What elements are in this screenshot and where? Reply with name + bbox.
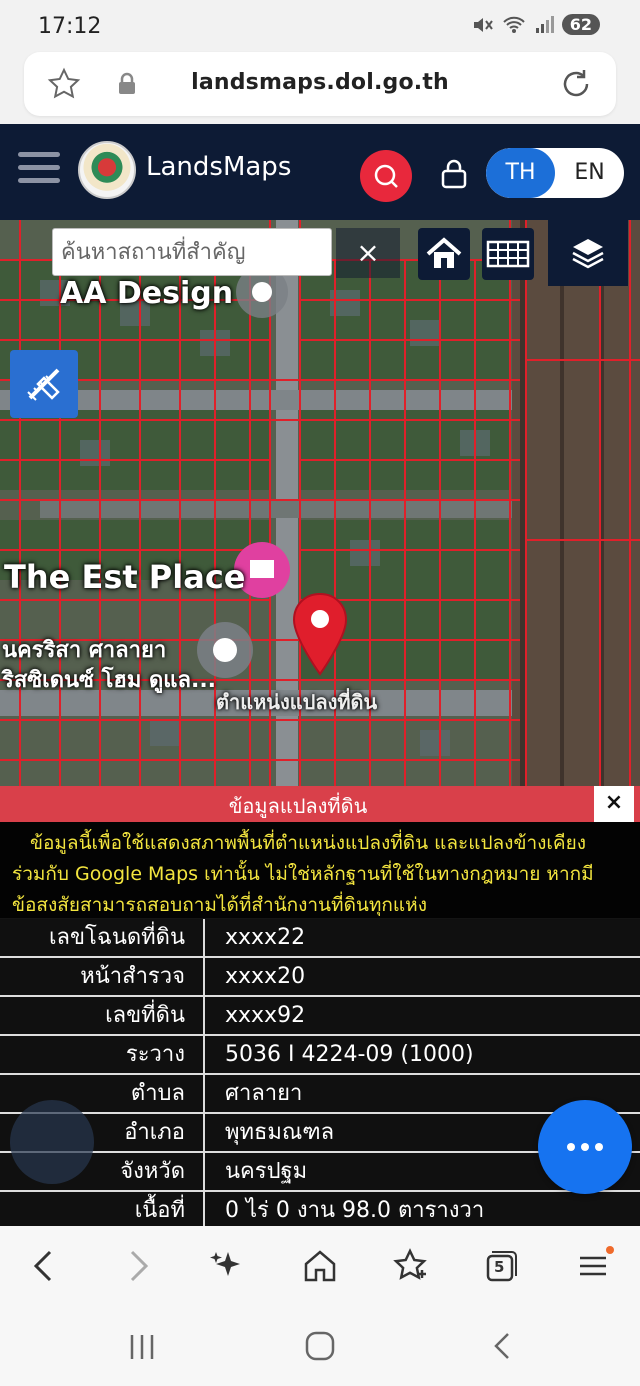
map-label-est-place: The Est Place — [4, 558, 246, 596]
signal-icon — [535, 15, 554, 33]
info-icon[interactable] — [10, 1100, 94, 1184]
row-label: เลขโฉนดที่ดิน — [0, 919, 205, 956]
table-row: เลขโฉนดที่ดิน xxxx22 — [0, 919, 640, 958]
dot-icon — [581, 1143, 589, 1151]
menu-icon[interactable] — [18, 152, 60, 188]
place-search-input[interactable] — [53, 229, 331, 275]
reload-icon[interactable] — [558, 66, 594, 102]
home-icon[interactable] — [300, 1246, 340, 1286]
panel-header: ข้อมูลแปลงที่ดิน × — [0, 786, 640, 822]
ruler-pencil-icon — [27, 368, 60, 401]
parcel-table: เลขโฉนดที่ดิน xxxx22 หน้าสำรวจ xxxx20 เลขท… — [0, 919, 640, 1231]
map-label-poi-line2: ริสซิเดนซ์ โฮม ดูแล... — [2, 668, 217, 693]
department-logo — [78, 141, 136, 199]
map-label-aa-design: AA Design — [60, 276, 234, 311]
home-icon — [426, 237, 462, 268]
search-icon — [374, 164, 398, 188]
browser-toolbar: 5 — [0, 1226, 640, 1308]
dot-icon — [567, 1143, 575, 1151]
table-row: เลขที่ดิน xxxx92 — [0, 997, 640, 1036]
app-title: LandsMaps — [146, 152, 292, 182]
disclaimer-line: ข้อสงสัยสามารถสอบถามได้ที่สำนักงานที่ดิน… — [12, 894, 427, 916]
forward-icon[interactable] — [118, 1246, 158, 1286]
grid-button[interactable] — [482, 228, 534, 280]
wifi-icon — [503, 16, 525, 33]
row-value: 5036 I 4224-09 (1000) — [225, 1042, 474, 1067]
url-text[interactable]: landsmaps.dol.go.th — [24, 70, 616, 95]
panel-title: ข้อมูลแปลงที่ดิน — [228, 794, 368, 818]
app-header: LandsMaps TH EN — [0, 124, 640, 220]
place-search-box[interactable] — [52, 228, 332, 276]
disclaimer-text: ข้อมูลนี้เพื่อใช้แสดงสภาพพื้นที่ตำแหน่งแ… — [0, 822, 640, 918]
row-value: xxxx92 — [225, 1003, 306, 1028]
row-value: xxxx20 — [225, 964, 306, 989]
search-button[interactable] — [360, 150, 412, 202]
browser-menu-button[interactable] — [574, 1246, 614, 1286]
table-row: ตำบล ศาลายา — [0, 1075, 640, 1114]
battery-indicator: 62 — [561, 14, 600, 35]
lang-en-button[interactable]: EN — [555, 148, 624, 198]
measure-tool-button[interactable] — [10, 350, 78, 418]
lang-th-button[interactable]: TH — [486, 148, 555, 198]
mute-icon — [473, 17, 493, 32]
language-toggle[interactable]: TH EN — [486, 148, 624, 198]
map-label-parcel-location: ตำแหน่งแปลงที่ดิน — [216, 690, 378, 714]
status-bar: 17:12 62 — [0, 0, 640, 56]
row-label: ระวาง — [0, 1036, 205, 1073]
tabs-count: 5 — [494, 1258, 505, 1276]
map-view[interactable]: AA Design The Est Place นครริสา ศาลายา ร… — [0, 220, 640, 786]
disclaimer-line: ร่วมกับ Google Maps เท่านั้น ไม่ใช่หลักฐ… — [12, 863, 594, 885]
system-nav-bar — [0, 1308, 640, 1386]
more-options-button[interactable] — [538, 1100, 632, 1194]
row-label: เลขที่ดิน — [0, 997, 205, 1034]
table-row: ระวาง 5036 I 4224-09 (1000) — [0, 1036, 640, 1075]
layers-icon — [572, 239, 604, 269]
row-label: หน้าสำรวจ — [0, 958, 205, 995]
clear-search-button[interactable]: × — [336, 228, 400, 278]
login-lock-icon[interactable] — [440, 158, 468, 190]
status-time: 17:12 — [38, 14, 102, 39]
row-value: xxxx22 — [225, 925, 306, 950]
address-bar[interactable]: landsmaps.dol.go.th — [24, 52, 616, 116]
layers-button[interactable] — [548, 220, 628, 286]
grid-icon — [486, 240, 530, 268]
back-icon[interactable] — [24, 1246, 64, 1286]
home-nav-icon[interactable] — [304, 1330, 336, 1362]
bookmarks-icon[interactable] — [390, 1246, 430, 1286]
ai-sparkle-icon[interactable] — [208, 1246, 248, 1286]
tabs-button[interactable]: 5 — [480, 1246, 520, 1286]
home-button[interactable] — [418, 228, 470, 280]
dot-icon — [595, 1143, 603, 1151]
location-pin-icon[interactable] — [290, 592, 350, 676]
status-icons: 62 — [472, 14, 600, 35]
back-nav-icon[interactable] — [488, 1330, 516, 1362]
screen: { "status_bar": { "time": "17:12", "batt… — [0, 0, 640, 1386]
panel-close-button[interactable]: × — [594, 786, 634, 822]
menu-icon — [580, 1246, 614, 1276]
table-row: หน้าสำรวจ xxxx20 — [0, 958, 640, 997]
recent-apps-icon[interactable] — [128, 1332, 156, 1362]
disclaimer-line: ข้อมูลนี้เพื่อใช้แสดงสภาพพื้นที่ตำแหน่งแ… — [30, 832, 587, 854]
